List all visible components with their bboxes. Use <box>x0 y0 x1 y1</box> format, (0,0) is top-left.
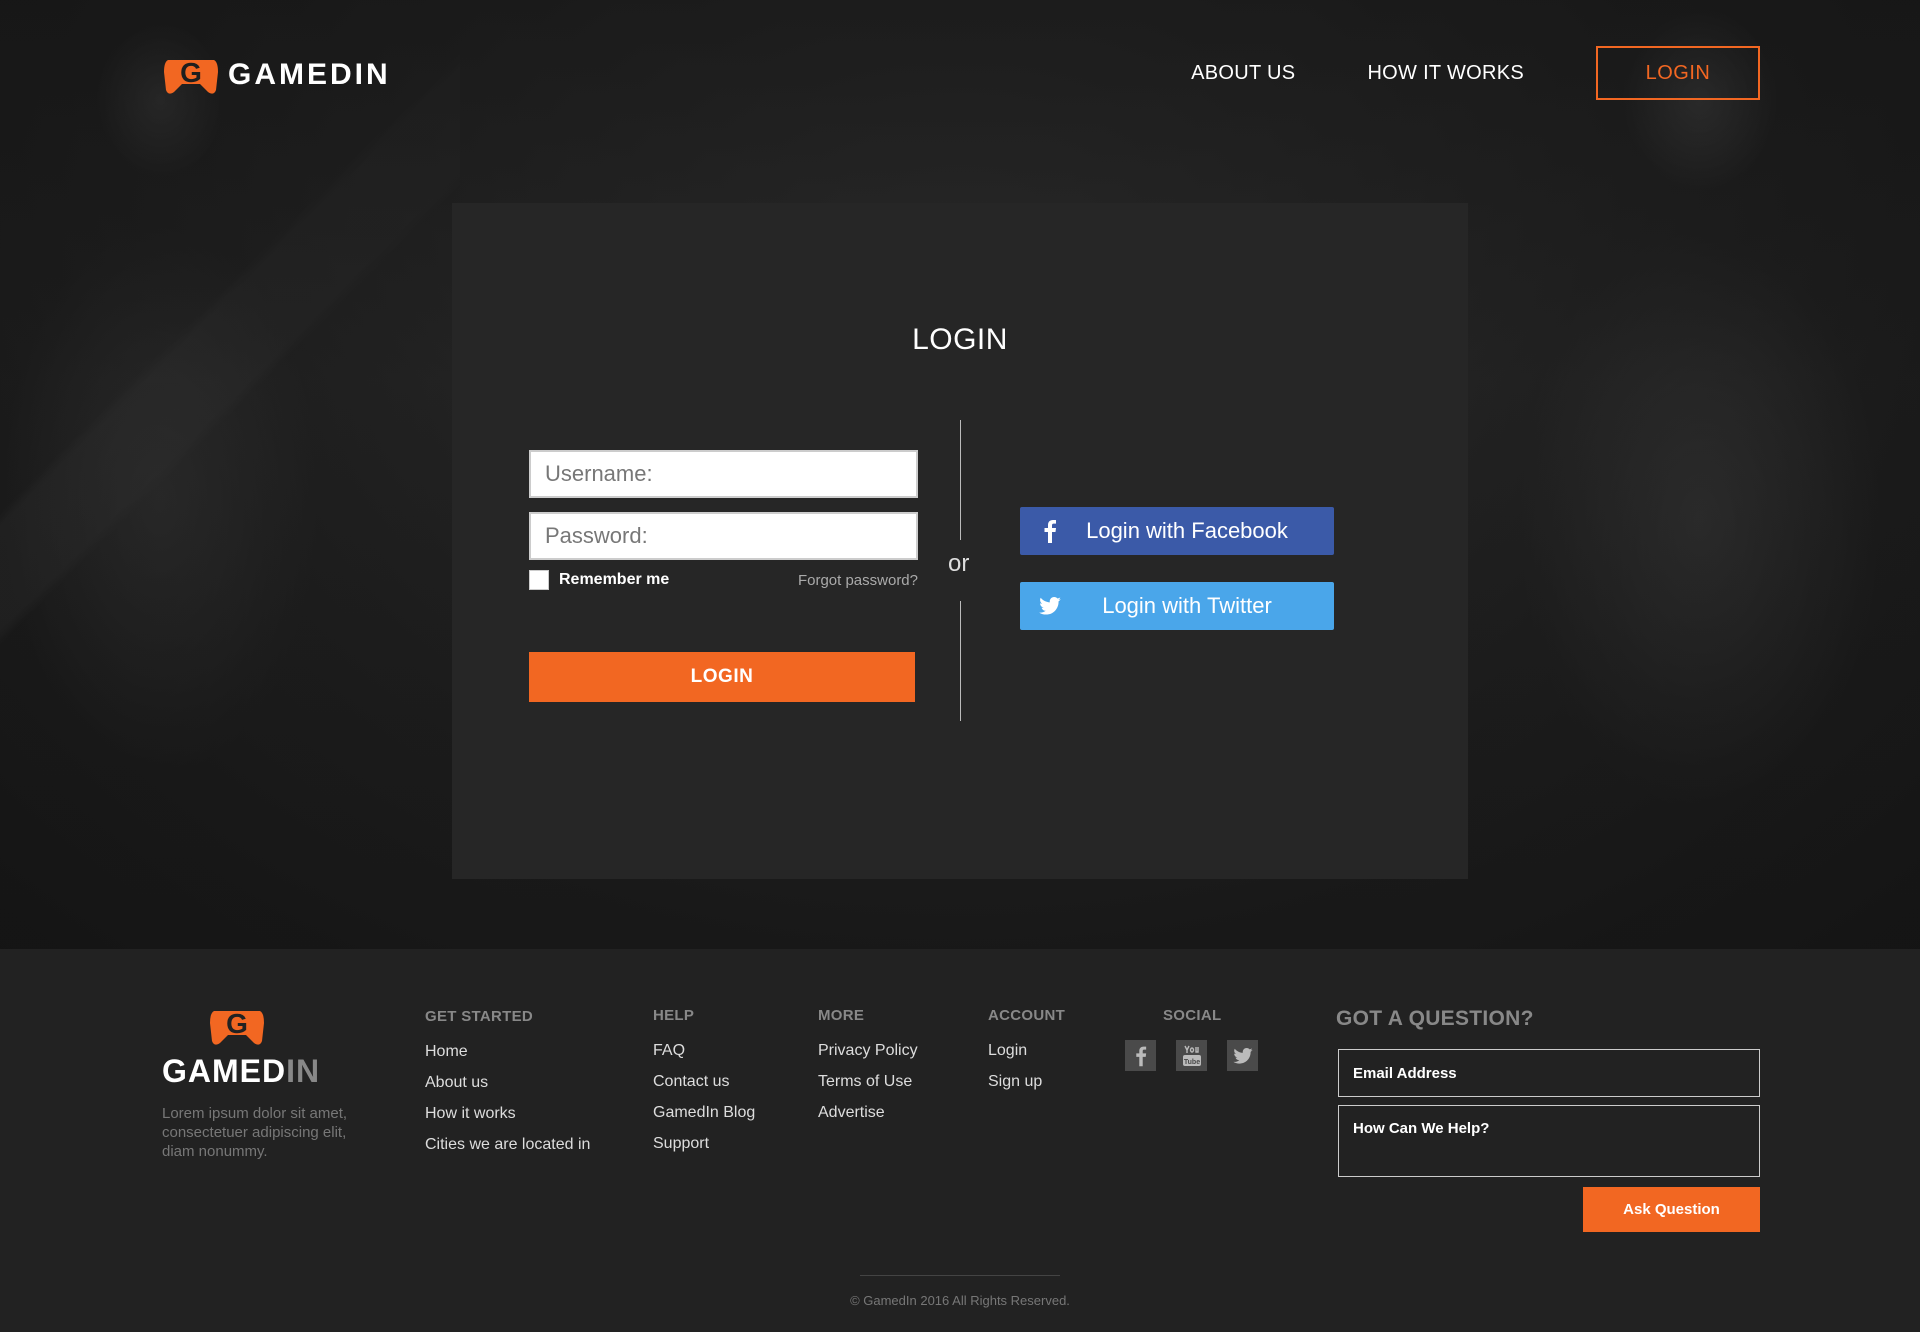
remember-label: Remember me <box>559 571 670 588</box>
login-facebook-button[interactable]: Login with Facebook <box>1020 507 1334 555</box>
svg-text:G: G <box>180 57 202 88</box>
login-card: LOGIN Username: Password: Remember me Fo… <box>452 203 1468 879</box>
footer-link-support[interactable]: Support <box>653 1135 755 1153</box>
or-separator: or <box>948 550 970 577</box>
svg-text:G: G <box>226 1008 248 1039</box>
facebook-label: Login with Facebook <box>1086 518 1288 543</box>
footer-link-about-us[interactable]: About us <box>425 1074 590 1092</box>
footer-link-login[interactable]: Login <box>988 1042 1065 1060</box>
column-title: MORE <box>818 1007 865 1024</box>
footer-col-get-started: GET STARTED Home About us How it works C… <box>425 1008 590 1167</box>
copyright-text: © GamedIn 2016 All Rights Reserved. <box>850 1293 1070 1308</box>
facebook-icon <box>1020 519 1080 543</box>
username-input[interactable]: Username: <box>529 450 918 498</box>
login-twitter-button[interactable]: Login with Twitter <box>1020 582 1334 630</box>
footer-link-faq[interactable]: FAQ <box>653 1042 755 1060</box>
ask-question-button[interactable]: Ask Question <box>1583 1187 1760 1232</box>
question-title: GOT A QUESTION? <box>1336 1007 1534 1030</box>
column-title: ACCOUNT <box>988 1007 1066 1024</box>
forgot-password-link[interactable]: Forgot password? <box>798 572 918 589</box>
footer-logo[interactable]: G GAMEDIN <box>162 1005 322 1090</box>
brand-name: GAMEDIN <box>228 58 391 91</box>
footer-link-home[interactable]: Home <box>425 1043 590 1061</box>
remember-me[interactable]: Remember me <box>529 570 669 590</box>
login-submit-button[interactable]: LOGIN <box>529 652 915 702</box>
footer-link-cities[interactable]: Cities we are located in <box>425 1136 590 1154</box>
footer-link-privacy[interactable]: Privacy Policy <box>818 1042 918 1060</box>
svg-text:Tube: Tube <box>1183 1059 1199 1066</box>
main-nav: ABOUT US HOW IT WORKS LOGIN <box>1191 46 1760 100</box>
nav-how-it-works[interactable]: HOW IT WORKS <box>1367 62 1524 85</box>
footer-link-sign-up[interactable]: Sign up <box>988 1073 1065 1091</box>
footer-col-social: SOCIAL Tube <box>1125 1007 1258 1071</box>
column-title: HELP <box>653 1007 695 1024</box>
question-message-textarea[interactable]: How Can We Help? <box>1338 1105 1760 1177</box>
twitter-icon <box>1020 597 1080 615</box>
login-title: LOGIN <box>912 323 1008 356</box>
footer-link-terms[interactable]: Terms of Use <box>818 1073 918 1091</box>
footer-col-help: HELP FAQ Contact us GamedIn Blog Support <box>653 1007 755 1166</box>
footer-link-how-it-works[interactable]: How it works <box>425 1105 590 1123</box>
footer-col-account: ACCOUNT Login Sign up <box>988 1007 1065 1104</box>
twitter-icon[interactable] <box>1227 1040 1258 1071</box>
brand-logo[interactable]: G GAMEDIN <box>162 54 391 96</box>
footer-link-blog[interactable]: GamedIn Blog <box>653 1104 755 1122</box>
footer-link-contact[interactable]: Contact us <box>653 1073 755 1091</box>
column-title: GET STARTED <box>425 1008 534 1025</box>
column-title: SOCIAL <box>1163 1007 1222 1024</box>
footer-col-more: MORE Privacy Policy Terms of Use Adverti… <box>818 1007 918 1135</box>
remember-checkbox[interactable] <box>529 570 549 590</box>
nav-login-button[interactable]: LOGIN <box>1596 46 1760 100</box>
site-footer: G GAMEDIN Lorem ipsum dolor sit amet, co… <box>0 949 1920 1332</box>
footer-description: Lorem ipsum dolor sit amet, consectetuer… <box>162 1105 348 1160</box>
twitter-label: Login with Twitter <box>1102 593 1272 618</box>
password-input[interactable]: Password: <box>529 512 918 560</box>
hero-background: G GAMEDIN ABOUT US HOW IT WORKS LOGIN LO… <box>0 0 1920 949</box>
footer-link-advertise[interactable]: Advertise <box>818 1104 918 1122</box>
footer-divider <box>860 1275 1060 1276</box>
gamepad-logo-icon: G <box>162 54 220 96</box>
gamepad-logo-icon: G <box>208 1005 266 1047</box>
divider-line <box>960 601 961 721</box>
question-email-input[interactable]: Email Address <box>1338 1049 1760 1097</box>
facebook-icon[interactable] <box>1125 1040 1156 1071</box>
youtube-icon[interactable]: Tube <box>1176 1040 1207 1071</box>
footer-brand-name: GAMEDIN <box>162 1053 321 1089</box>
nav-about-us[interactable]: ABOUT US <box>1191 62 1295 85</box>
divider-line <box>960 420 961 540</box>
